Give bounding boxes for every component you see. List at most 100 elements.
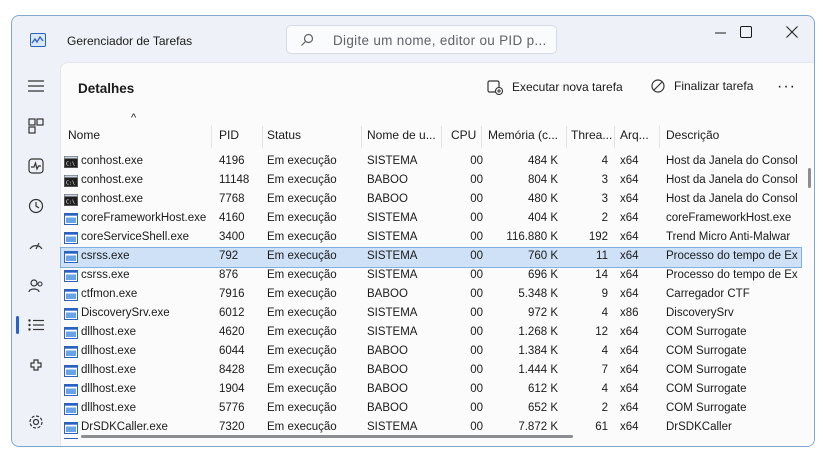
cell-architecture: x64 xyxy=(620,231,639,243)
table-row[interactable]: csrss.exe 792 Em execução SISTEMA 00 760 K 11 x… xyxy=(60,247,802,268)
sidebar-item-startup-apps[interactable] xyxy=(12,228,60,264)
column-divider[interactable] xyxy=(566,126,567,148)
column-divider[interactable] xyxy=(361,126,362,148)
column-divider[interactable] xyxy=(211,126,212,148)
end-task-button[interactable]: Finalizar tarefa xyxy=(651,79,753,93)
details-panel: Detalhes Executar nova tarefa Finalizar … xyxy=(60,62,814,446)
table-row[interactable]: dllhost.exe 6044 Em execução BABOO 00 1.384 K… xyxy=(61,343,801,362)
table-row[interactable]: C:\ conhost.exe 4196 Em execução SISTEMA 00 48… xyxy=(61,153,801,172)
search-icon xyxy=(301,33,314,46)
cell-user: BABOO xyxy=(367,345,408,357)
column-divider[interactable] xyxy=(262,126,263,148)
cell-pid: 4620 xyxy=(219,326,245,338)
application-icon xyxy=(64,270,78,282)
sidebar-item-settings[interactable] xyxy=(12,404,60,440)
cell-pid: 6044 xyxy=(219,345,245,357)
console-app-icon: C:\ xyxy=(64,175,78,187)
table-row[interactable]: coreServiceShell.exe 3400 Em execução SISTE… xyxy=(61,229,801,248)
cell-name: conhost.exe xyxy=(81,193,144,205)
column-header-description[interactable]: Descrição xyxy=(666,116,801,150)
new-task-icon xyxy=(487,80,503,95)
horizontal-scrollbar[interactable] xyxy=(81,435,573,438)
maximize-button[interactable] xyxy=(723,16,769,48)
cell-description: COM Surrogate xyxy=(666,326,747,338)
search-box[interactable]: Digite um nome, editor ou PID p... xyxy=(286,25,557,54)
cell-cpu: 00 xyxy=(470,250,483,262)
cell-memory: 612 K xyxy=(527,383,558,395)
cell-memory: 972 K xyxy=(527,307,558,319)
more-options-button[interactable]: ··· xyxy=(777,78,796,96)
cell-threads: 4 xyxy=(601,345,608,357)
table-row[interactable]: dllhost.exe 8428 Em execução BABOO 00 1.444 K… xyxy=(61,362,801,381)
column-header-pid[interactable]: PID xyxy=(219,116,263,150)
page-title: Detalhes xyxy=(78,81,135,96)
column-divider[interactable] xyxy=(659,126,660,148)
cell-threads: 12 xyxy=(595,326,608,338)
column-header-threads[interactable]: Threa... xyxy=(571,116,613,150)
cell-threads: 2 xyxy=(601,402,608,414)
cell-name: conhost.exe xyxy=(81,155,144,167)
table-row[interactable]: dllhost.exe 1904 Em execução BABOO 00 612 K 4x… xyxy=(61,381,801,400)
application-icon xyxy=(64,403,78,415)
cell-status: Em execução xyxy=(267,364,337,376)
cell-architecture: x64 xyxy=(620,326,639,338)
cell-name: coreServiceShell.exe xyxy=(81,231,190,243)
cell-cpu: 00 xyxy=(470,307,483,319)
services-icon xyxy=(30,359,42,371)
column-header-architecture[interactable]: Arq... xyxy=(620,116,660,150)
sidebar-item-performance[interactable] xyxy=(12,148,60,184)
cell-description: DrSDKCaller xyxy=(666,421,732,433)
cell-status: Em execução xyxy=(267,231,337,243)
column-divider[interactable] xyxy=(441,126,442,148)
cell-status: Em execução xyxy=(267,250,337,262)
table-row[interactable]: DiscoverySrv.exe 6012 Em execução SISTEMA 00… xyxy=(61,305,801,324)
cell-architecture: x64 xyxy=(620,269,639,281)
cell-threads: 7 xyxy=(601,364,608,376)
cell-user: SISTEMA xyxy=(367,155,418,167)
table-row[interactable]: dllhost.exe 4620 Em execução SISTEMA 00 1.268… xyxy=(61,324,801,343)
partial-row-icon xyxy=(64,438,78,442)
cell-threads: 14 xyxy=(595,269,608,281)
sidebar-item-app-history[interactable] xyxy=(12,188,60,224)
cell-memory: 484 K xyxy=(527,155,558,167)
cell-user: BABOO xyxy=(367,193,408,205)
column-header-status[interactable]: Status xyxy=(267,116,363,150)
column-divider[interactable] xyxy=(614,126,615,148)
title-bar[interactable]: Gerenciador de Tarefas Digite um nome, e… xyxy=(12,16,814,62)
cell-memory: 5.348 K xyxy=(518,288,558,300)
table-row[interactable]: C:\ conhost.exe 7768 Em execução BABOO 00 480 … xyxy=(61,191,801,210)
application-icon xyxy=(64,365,78,377)
sidebar-item-processes[interactable] xyxy=(12,108,60,144)
table-row[interactable]: ctfmon.exe 7916 Em execução BABOO 00 5.348 K 9… xyxy=(61,286,801,305)
cell-memory: 696 K xyxy=(527,269,558,281)
cell-name: dllhost.exe xyxy=(81,364,136,376)
cell-status: Em execução xyxy=(267,402,337,414)
close-button[interactable] xyxy=(769,16,814,48)
column-divider[interactable] xyxy=(481,126,482,148)
column-header-cpu[interactable]: CPU xyxy=(451,116,483,150)
cell-user: BABOO xyxy=(367,383,408,395)
cell-cpu: 00 xyxy=(470,326,483,338)
cell-pid: 3400 xyxy=(219,231,245,243)
run-new-task-button[interactable]: Executar nova tarefa xyxy=(487,79,623,95)
table-row[interactable]: coreFrameworkHost.exe 4160 Em execução SIST… xyxy=(61,210,801,229)
vertical-scrollbar[interactable] xyxy=(808,168,811,188)
table-row[interactable]: csrss.exe 876 Em execução SISTEMA 00 696 K 14 x… xyxy=(61,267,801,286)
menu-button[interactable] xyxy=(12,68,60,104)
end-task-icon xyxy=(651,79,665,93)
column-header-user[interactable]: Nome de u... xyxy=(367,116,443,150)
table-row[interactable]: dllhost.exe 5776 Em execução BABOO 00 652 K 2x… xyxy=(61,400,801,419)
sidebar-item-services[interactable] xyxy=(12,347,60,383)
sidebar-item-details[interactable] xyxy=(12,307,60,343)
cell-memory: 404 K xyxy=(527,212,558,224)
cell-cpu: 00 xyxy=(470,269,483,281)
sidebar-item-users[interactable] xyxy=(12,268,60,304)
table-row[interactable]: C:\ conhost.exe 11148 Em execução BABOO 00 804… xyxy=(61,172,801,191)
cell-architecture: x64 xyxy=(620,212,639,224)
cell-memory: 480 K xyxy=(527,193,558,205)
search-input[interactable]: Digite um nome, editor ou PID p... xyxy=(333,33,547,48)
column-header-memory[interactable]: Memória (c... xyxy=(488,116,564,150)
cell-description: COM Surrogate xyxy=(666,402,747,414)
cell-user: SISTEMA xyxy=(367,231,418,243)
cell-architecture: x64 xyxy=(620,288,639,300)
